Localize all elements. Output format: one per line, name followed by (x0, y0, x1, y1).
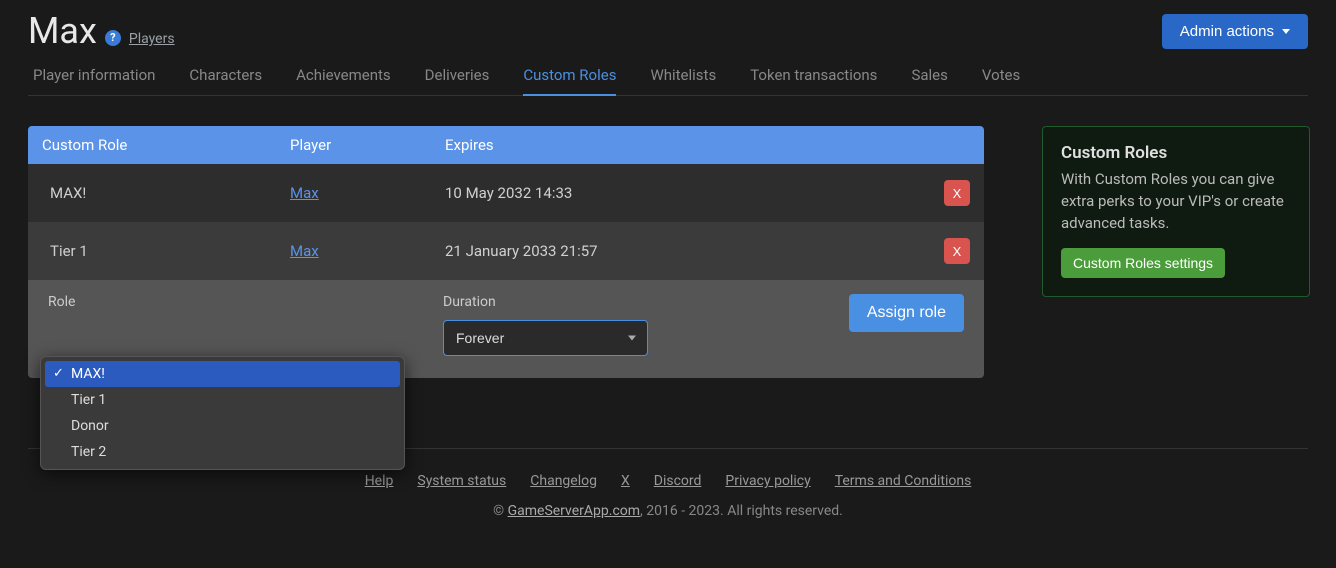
role-option[interactable]: Tier 2 (45, 439, 400, 465)
admin-actions-label: Admin actions (1180, 23, 1274, 40)
delete-button[interactable]: X (944, 180, 970, 206)
breadcrumb-players[interactable]: Players (129, 31, 175, 47)
cell-expires: 21 January 2033 21:57 (445, 242, 920, 260)
caret-down-icon (1282, 29, 1290, 34)
table-row: Tier 1Max 21 January 2033 21:57 X (28, 222, 984, 280)
footer-link[interactable]: Privacy policy (725, 473, 810, 489)
footer-link[interactable]: Help (365, 473, 394, 489)
tab-player-information[interactable]: Player information (33, 60, 155, 96)
role-option[interactable]: Tier 1 (45, 387, 400, 413)
player-link[interactable]: Max (290, 184, 319, 202)
tab-whitelists[interactable]: Whitelists (650, 60, 716, 96)
footer-link[interactable]: System status (417, 473, 506, 489)
cell-expires: 10 May 2032 14:33 (445, 184, 920, 202)
tabs-bar: Player information Characters Achievements… (28, 60, 1308, 96)
info-card: Custom Roles With Custom Roles you can g… (1042, 126, 1310, 297)
tab-token-transactions[interactable]: Token transactions (750, 60, 877, 96)
tab-characters[interactable]: Characters (189, 60, 262, 96)
footer-link[interactable]: Changelog (530, 473, 597, 489)
role-option[interactable]: MAX! (45, 361, 400, 387)
page-header: Max ? Players Admin actions (28, 10, 1308, 52)
th-player: Player (290, 136, 445, 154)
duration-label: Duration (443, 294, 763, 310)
tab-votes[interactable]: Votes (982, 60, 1020, 96)
custom-roles-settings-button[interactable]: Custom Roles settings (1061, 248, 1225, 278)
copyright-prefix: © (493, 503, 507, 519)
copyright-link[interactable]: GameServerApp.com (508, 503, 640, 519)
duration-select[interactable]: Forever (443, 320, 648, 356)
table-header: Custom Role Player Expires (28, 126, 984, 164)
role-dropdown[interactable]: MAX!Tier 1DonorTier 2 (40, 356, 405, 470)
tab-custom-roles[interactable]: Custom Roles (523, 60, 616, 96)
admin-actions-button[interactable]: Admin actions (1162, 14, 1308, 49)
delete-button[interactable]: X (944, 238, 970, 264)
footer-link[interactable]: X (621, 473, 630, 489)
footer-link[interactable]: Discord (654, 473, 702, 489)
player-link[interactable]: Max (290, 242, 319, 260)
help-icon[interactable]: ? (105, 30, 121, 46)
th-expires: Expires (445, 136, 920, 154)
table-row: MAX!Max 10 May 2032 14:33 X (28, 164, 984, 222)
card-title: Custom Roles (1061, 143, 1291, 163)
cell-role: Tier 1 (50, 242, 290, 260)
copyright-suffix: , 2016 - 2023. All rights reserved. (640, 503, 843, 519)
tab-achievements[interactable]: Achievements (296, 60, 391, 96)
assign-role-button[interactable]: Assign role (849, 294, 964, 332)
card-text: With Custom Roles you can give extra per… (1061, 169, 1291, 234)
footer-link[interactable]: Terms and Conditions (835, 473, 972, 489)
cell-role: MAX! (50, 184, 290, 202)
tab-deliveries[interactable]: Deliveries (425, 60, 490, 96)
role-label: Role (48, 294, 443, 310)
roles-table: Custom Role Player Expires MAX!Max10 May… (28, 126, 984, 378)
tab-sales[interactable]: Sales (911, 60, 947, 96)
page-title: Max (28, 10, 97, 52)
th-role: Custom Role (42, 136, 290, 154)
assign-form: Role MAX!Tier 1DonorTier 2 Duration Fore… (28, 280, 984, 378)
role-option[interactable]: Donor (45, 413, 400, 439)
